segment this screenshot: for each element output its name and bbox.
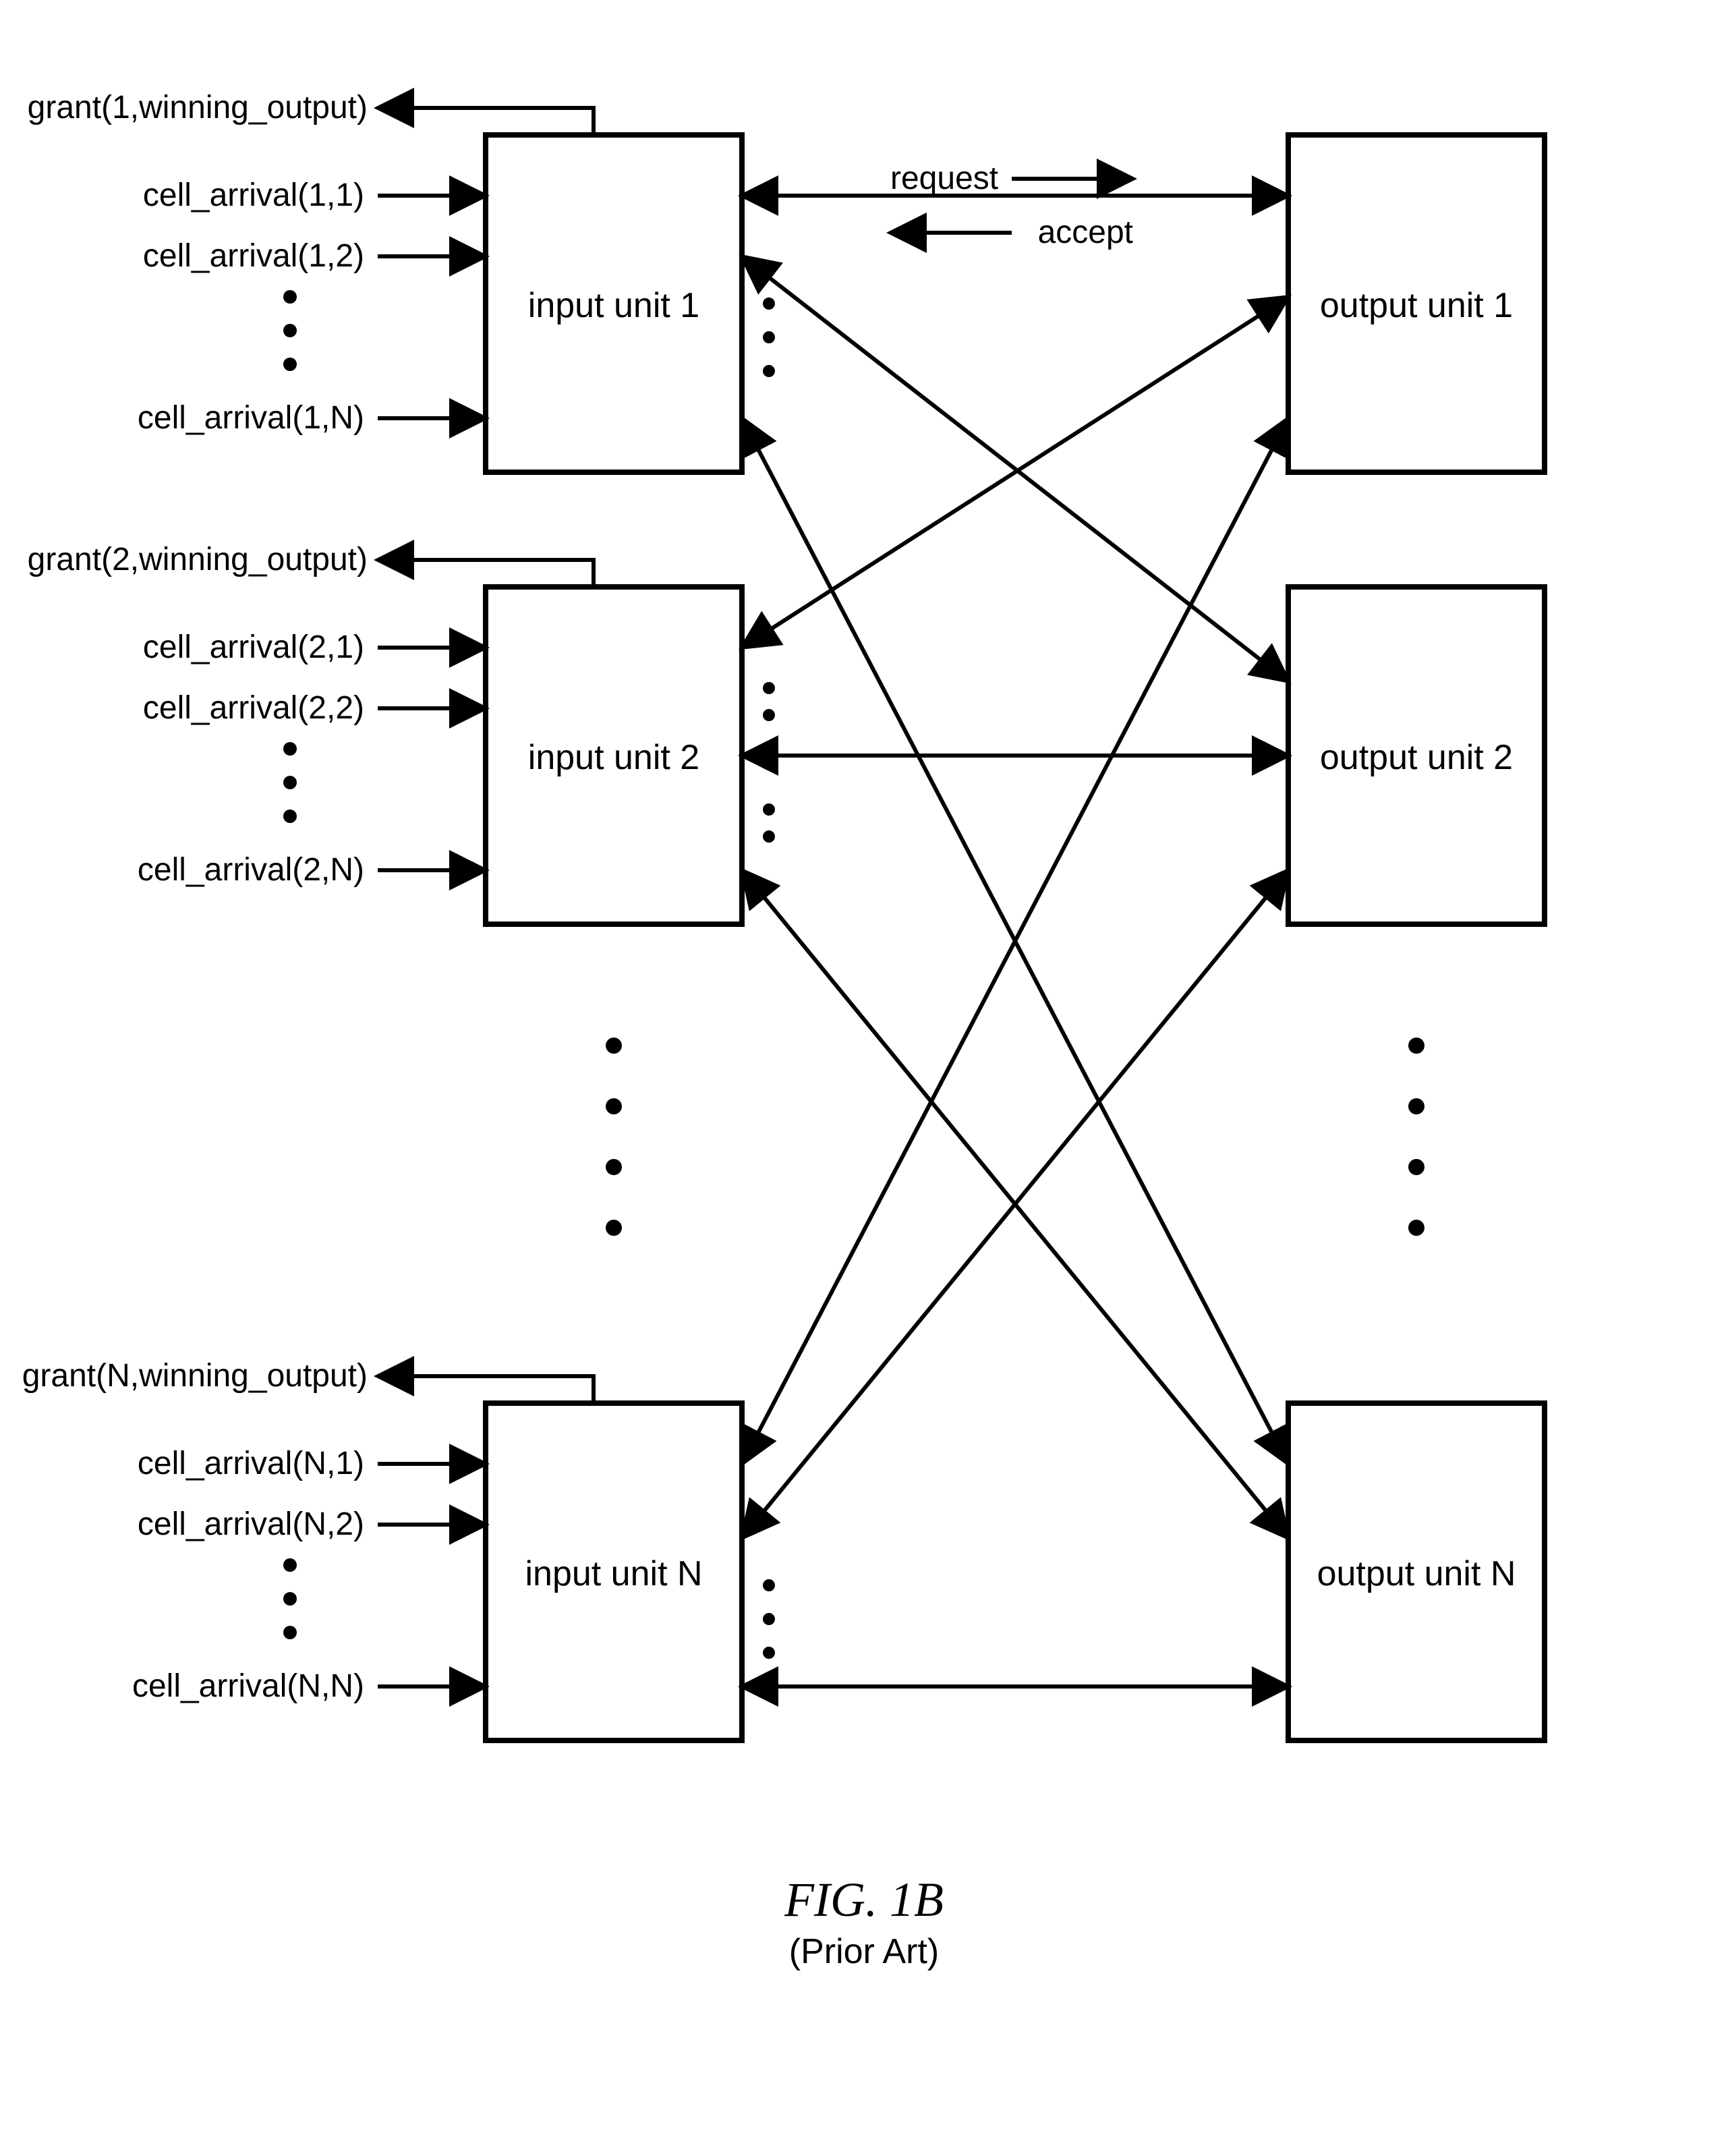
grant-2-label: grant(2,winning_output) [28,542,368,577]
output-unit-1-group: output unit 1 [1288,135,1545,472]
input-unit-2-group: input unit 2 grant(2,winning_output) cel… [28,542,742,924]
legend-accept-label: accept [1038,215,1133,250]
output-unit-2-label: output unit 2 [1320,738,1513,777]
output-unit-N-group: output unit N [1288,1403,1545,1740]
input-unit-2-label: input unit 2 [528,738,699,777]
link-21 [742,297,1288,648]
input-unit-N-label: input unit N [525,1554,702,1593]
grant-1-arrow [378,108,594,135]
cell-arrival-2-N-label: cell_arrival(2,N) [138,852,364,888]
link-12 [742,256,1288,681]
center-dots-right [1408,1038,1424,1236]
legend-request-label: request [890,161,998,196]
cell-arrival-1-N-label: cell_arrival(1,N) [138,400,364,436]
figure-subtitle: (Prior Art) [789,1932,939,1971]
cell-arrival-1-2-label: cell_arrival(1,2) [143,238,364,274]
cell-arrival-N-N-label: cell_arrival(N,N) [132,1668,364,1704]
input-unit-1-label: input unit 1 [528,286,699,325]
grant-N-arrow [378,1376,594,1403]
grant-2-arrow [378,560,594,587]
input-unit-N-group: input unit N grant(N,winning_output) cel… [22,1358,742,1740]
input-unit-1-group: input unit 1 grant(1,winning_output) cel… [28,90,742,472]
grant-N-label: grant(N,winning_output) [22,1358,368,1394]
figure-canvas: input unit 1 grant(1,winning_output) cel… [0,0,1728,2156]
output-unit-1-label: output unit 1 [1320,286,1513,325]
center-dots-left [606,1038,622,1236]
figure-title: FIG. 1B [784,1873,944,1927]
cell-arrival-2-1-label: cell_arrival(2,1) [143,629,364,665]
cell-arrival-2-2-label: cell_arrival(2,2) [143,690,364,726]
cell-arrival-N-1-label: cell_arrival(N,1) [138,1446,364,1481]
output-unit-N-label: output unit N [1317,1554,1516,1593]
legend: request accept [890,161,1133,250]
cell-arrival-1-1-label: cell_arrival(1,1) [143,177,364,213]
grant-1-label: grant(1,winning_output) [28,90,368,125]
cell-arrival-N-2-label: cell_arrival(N,2) [138,1506,364,1542]
output-unit-2-group: output unit 2 [1288,587,1545,924]
